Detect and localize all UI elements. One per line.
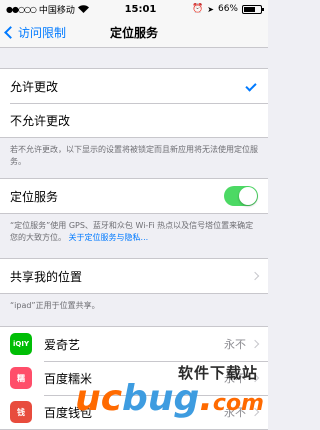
location-services-toggle[interactable] xyxy=(224,186,258,206)
alarm-icon: ⏰ xyxy=(192,4,204,14)
permission-group: 允许更改 不允许更改 xyxy=(0,68,268,138)
app-permission-value: 永不 xyxy=(224,372,246,385)
back-button[interactable]: 访问限制 xyxy=(0,24,66,41)
app-row-iqiyi[interactable]: iQIY 爱奇艺 永不 xyxy=(0,327,268,361)
app-row-baidu-wallet[interactable]: 钱 百度钱包 永不 xyxy=(0,395,268,429)
option-allow-changes[interactable]: 允许更改 xyxy=(0,69,268,103)
location-services-row: 定位服务 xyxy=(0,179,268,213)
option-allow-changes-label: 允许更改 xyxy=(10,79,59,94)
chevron-right-icon xyxy=(250,339,260,349)
iqiyi-app-icon: iQIY xyxy=(10,333,32,355)
share-my-location-label: 共享我的位置 xyxy=(10,269,83,284)
location-arrow-icon: ➤ xyxy=(207,4,214,14)
chevron-right-icon xyxy=(250,271,260,281)
battery-level xyxy=(243,6,255,12)
chevron-left-icon xyxy=(4,26,17,39)
status-left: ●●○○○ 中国移动 xyxy=(6,3,89,16)
location-services-footer: “定位服务”使用 GPS、蓝牙和众包 Wi-Fi 热点以及信号塔位置来确定您的大… xyxy=(0,214,268,244)
share-my-location-row[interactable]: 共享我的位置 xyxy=(0,259,268,293)
status-right: ⏰ ➤ 66% xyxy=(192,4,264,14)
option-disallow-changes[interactable]: 不允许更改 xyxy=(0,103,268,137)
battery-percent: 66% xyxy=(217,4,238,14)
privacy-link[interactable]: 关于定位服务与隐私... xyxy=(69,233,149,242)
navigation-bar: 访问限制 定位服务 xyxy=(0,18,268,48)
location-services-label: 定位服务 xyxy=(10,189,59,204)
wifi-icon xyxy=(77,5,89,13)
status-bar: ●●○○○ 中国移动 15:01 ⏰ ➤ 66% xyxy=(0,0,268,18)
battery-icon xyxy=(241,4,264,14)
chevron-right-icon xyxy=(250,407,260,417)
baidu-nuomi-app-icon: 糯 xyxy=(10,367,32,389)
share-location-footer: “ipad”正用于位置共享。 xyxy=(10,301,100,310)
chevron-right-icon xyxy=(250,373,260,383)
permission-footer: 若不允许更改，以下显示的设置将被锁定而且新应用将无法使用定位服务。 xyxy=(10,145,258,166)
app-name: 爱奇艺 xyxy=(44,337,81,352)
toggle-knob xyxy=(239,187,257,205)
apps-group: iQIY 爱奇艺 永不 糯 百度糯米 永不 钱 百度钱包 永不 xyxy=(0,326,268,430)
baidu-wallet-app-icon: 钱 xyxy=(10,401,32,423)
signal-strength-icon: ●●○○○ xyxy=(6,4,37,14)
back-button-label: 访问限制 xyxy=(18,26,67,40)
share-location-group: 共享我的位置 xyxy=(0,258,268,294)
location-services-group: 定位服务 xyxy=(0,178,268,214)
app-permission-value: 永不 xyxy=(224,406,246,419)
status-time: 15:01 xyxy=(124,3,157,15)
carrier-label: 中国移动 xyxy=(38,5,75,16)
app-name: 百度钱包 xyxy=(44,405,93,420)
option-disallow-changes-label: 不允许更改 xyxy=(10,113,71,128)
app-name: 百度糯米 xyxy=(44,371,93,386)
app-permission-value: 永不 xyxy=(224,338,246,351)
app-row-baidu-nuomi[interactable]: 糯 百度糯米 永不 xyxy=(0,361,268,395)
